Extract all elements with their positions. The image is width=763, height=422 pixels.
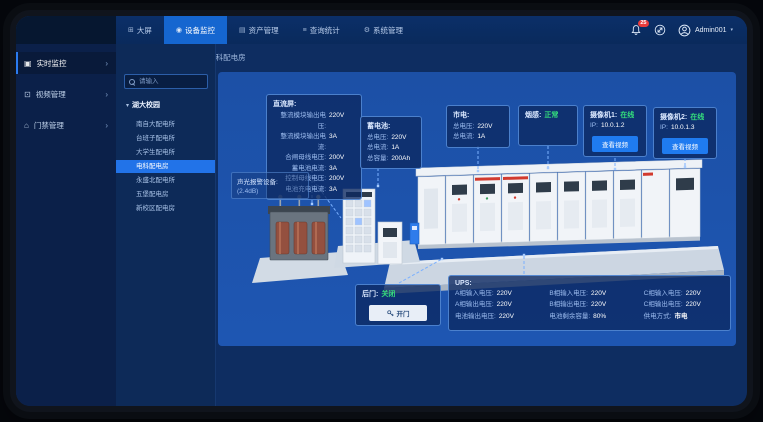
caret-down-icon: ▾ xyxy=(126,102,129,109)
statistics-icon: ≡ xyxy=(303,27,307,34)
dashboard-icon: ⊞ xyxy=(128,26,134,34)
search-input[interactable] xyxy=(137,77,203,86)
power-supply-mode: 市电 xyxy=(674,312,687,322)
tree-item[interactable]: 南自大配电所 xyxy=(116,118,215,131)
camera1-card: 摄像机1:在线 IP:10.0.1.2 查看视频 xyxy=(583,105,647,157)
tree-item[interactable]: 台班子配电所 xyxy=(116,132,215,145)
blue-device-model xyxy=(410,223,419,244)
top-right-controls: 25 Admin001 ▾ xyxy=(630,16,747,44)
avatar-icon xyxy=(678,24,691,37)
screenshot-stage: ⊞ 大屏 ◉ 设备监控 ▤ 资产管理 ≡ 查询统计 ⚙ 系统管理 xyxy=(0,0,763,422)
open-door-button[interactable]: 开门 xyxy=(369,305,427,321)
top-nav-bar: ⊞ 大屏 ◉ 设备监控 ▤ 资产管理 ≡ 查询统计 ⚙ 系统管理 xyxy=(16,16,747,44)
camera1-status: 在线 xyxy=(620,110,634,121)
room-3d-view-panel: 直流屏: 整流模块输出电压:220V 整流模块输出电流:3A 合闸母线电压:20… xyxy=(218,72,736,346)
tab-system-management[interactable]: ⚙ 系统管理 xyxy=(352,16,415,44)
camera2-status: 在线 xyxy=(690,112,704,123)
door-card: 后门:关闭 开门 xyxy=(355,284,441,326)
search-icon xyxy=(129,79,134,84)
view-video-button[interactable]: 查看视频 xyxy=(592,136,638,152)
tab-query-statistics[interactable]: ≡ 查询统计 xyxy=(291,16,352,44)
logo-area xyxy=(16,16,116,44)
battery-card: 蓄电池: 总电压:220V 总电流:1A 总容量:200Ah xyxy=(360,116,422,169)
sidebar-item-video-management[interactable]: ⊡ 视频管理 › xyxy=(16,83,116,105)
fullscreen-icon[interactable] xyxy=(654,24,667,37)
chevron-right-icon: › xyxy=(105,59,108,68)
tree-item[interactable]: 新校区配电房 xyxy=(116,202,215,215)
key-icon xyxy=(387,310,394,317)
notification-badge: 25 xyxy=(638,20,649,27)
chevron-right-icon: › xyxy=(105,121,108,130)
substation-tree-panel: ▾ 湖大校园 南自大配电所 台班子配电所 大学生配电所 电科配电房 永盛北配电所… xyxy=(116,44,216,406)
caret-down-icon: ▾ xyxy=(730,27,733,33)
video-icon: ⊡ xyxy=(24,90,31,99)
sidebar-item-access-control[interactable]: ⌂ 门禁管理 › xyxy=(16,114,116,136)
app-window: ⊞ 大屏 ◉ 设备监控 ▤ 资产管理 ≡ 查询统计 ⚙ 系统管理 xyxy=(16,16,747,406)
door-status: 关闭 xyxy=(381,289,395,300)
tree-root-node[interactable]: ▾ 湖大校园 xyxy=(126,100,160,110)
camera1-ip: 10.0.1.2 xyxy=(601,121,625,131)
transformer-model xyxy=(268,195,330,260)
alarm-value: (2.4dB) xyxy=(237,188,303,195)
asset-icon: ▤ xyxy=(239,26,246,34)
tree-item[interactable]: 大学生配电所 xyxy=(116,146,215,159)
mains-card: 市电: 总电压:220V 总电流:1A xyxy=(446,105,510,148)
camera2-ip: 10.0.1.3 xyxy=(671,123,695,133)
tree-item-selected[interactable]: 电科配电房 xyxy=(116,160,215,173)
user-name: Admin001 xyxy=(695,27,727,34)
tab-asset-management[interactable]: ▤ 资产管理 xyxy=(227,16,291,44)
small-cabinet-model xyxy=(378,222,402,264)
tab-device-monitoring[interactable]: ◉ 设备监控 xyxy=(164,16,227,44)
tab-dashboard[interactable]: ⊞ 大屏 xyxy=(116,16,164,44)
sidebar-item-realtime-monitoring[interactable]: ▣ 实时监控 › xyxy=(16,52,116,74)
battery-rack-model xyxy=(343,189,375,263)
chevron-right-icon: › xyxy=(105,90,108,99)
gear-icon: ⚙ xyxy=(364,26,370,34)
tree-item[interactable]: 永盛北配电所 xyxy=(116,174,215,187)
smoke-sensor-card: 烟感:正常 xyxy=(518,105,578,146)
door-access-icon: ⌂ xyxy=(24,121,29,130)
ups-card: UPS: A相输入电压:220V B相输入电压:220V C相输入电压:220V… xyxy=(448,275,731,331)
view-video-button[interactable]: 查看视频 xyxy=(662,138,708,154)
tree-item[interactable]: 五堡配电房 xyxy=(116,188,215,201)
sidebar: ▣ 实时监控 › ⊡ 视频管理 › ⌂ 门禁管理 › xyxy=(16,44,116,406)
sound-light-alarm-card: 声光报警设备: (2.4dB) xyxy=(231,172,309,199)
user-menu[interactable]: Admin001 ▾ xyxy=(678,24,733,37)
camera2-card: 摄像机2:在线 IP:10.0.1.3 查看视频 xyxy=(653,107,717,159)
smoke-status: 正常 xyxy=(544,110,558,121)
notification-bell-icon[interactable]: 25 xyxy=(630,24,643,37)
nav-tabs: ⊞ 大屏 ◉ 设备监控 ▤ 资产管理 ≡ 查询统计 ⚙ 系统管理 xyxy=(116,16,415,44)
realtime-monitor-icon: ▣ xyxy=(24,59,32,68)
monitor-icon: ◉ xyxy=(176,26,182,34)
tree-search-box[interactable] xyxy=(124,74,208,89)
